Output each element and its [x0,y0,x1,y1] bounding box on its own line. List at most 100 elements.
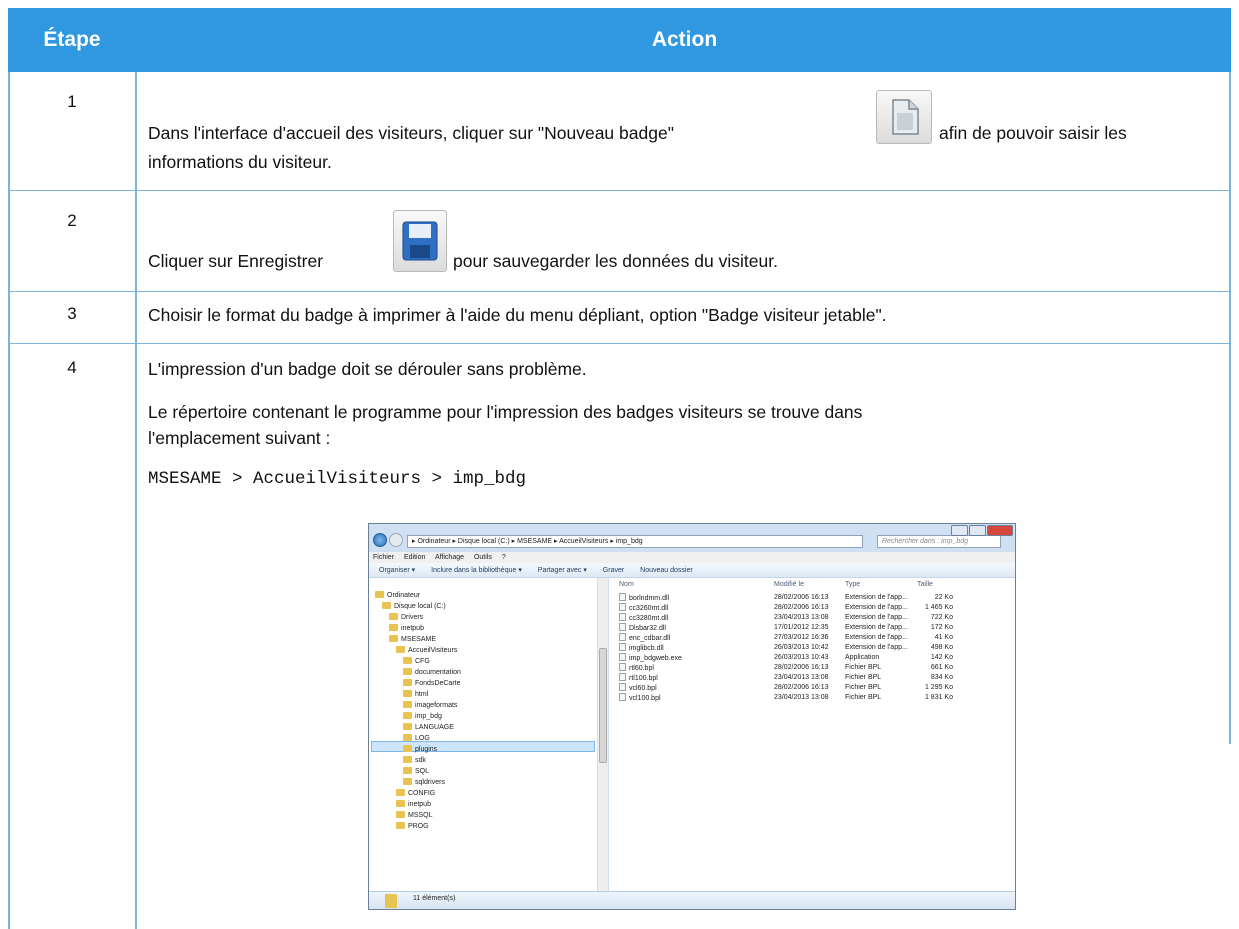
tree-item[interactable]: CONFIG [396,789,435,799]
tree-item[interactable]: inetpub [389,624,424,634]
close-icon[interactable] [987,525,1013,536]
step-text: l'emplacement suivant : [148,428,331,448]
scrollbar[interactable] [597,578,608,891]
tree-item-label: Ordinateur [387,592,421,599]
tree-item[interactable]: AccueilVisiteurs [396,646,457,656]
file-name: cc3260mt.dll [629,605,669,612]
file-name: vcl60.bpl [629,685,657,692]
tree-item-label: CFG [415,658,430,665]
search-input[interactable]: Rechercher dans : imp_bdg [877,535,1001,548]
file-type: Fichier BPL [845,664,882,671]
file-name: rtl60.bpl [629,665,654,672]
file-date: 23/04/2013 13:08 [774,694,829,701]
menu-item[interactable]: Affichage [435,554,464,561]
file-row[interactable]: cc3260mt.dll 28/02/2006 16:13 Extension de… [609,603,1015,613]
folder-icon [385,894,397,908]
step-text-cont: pour sauvegarder les données du visiteur… [453,251,778,271]
file-row[interactable]: borlndmm.dll 28/02/2006 16:13 Extension de… [609,593,1015,603]
file-row[interactable]: rtl100.bpl 23/04/2013 13:08 Fichier BPL 834… [609,673,1015,683]
folder-icon [375,591,384,598]
menu-item[interactable]: Outils [474,554,492,561]
folder-icon [396,789,405,796]
toolbar-button[interactable]: Organiser ▾ [379,567,415,574]
column-header[interactable]: Modifié le [774,580,804,590]
tree-item[interactable]: SQL [403,767,429,777]
tree-item-label: CONFIG [408,790,436,797]
file-row[interactable]: imglibcb.dll 26/03/2013 10:42 Extension de… [609,643,1015,653]
tree-item[interactable]: PROG [396,822,429,832]
file-row[interactable]: imp_bdgweb.exe 26/03/2013 10:43 Applicatio… [609,653,1015,663]
menu-item[interactable]: Edition [404,554,425,561]
toolbar-button[interactable]: Nouveau dossier [640,567,693,574]
file-type: Extension de l'app... [845,634,908,641]
file-row[interactable]: enc_cdbar.dll 27/03/2012 16:36 Extension d… [609,633,1015,643]
toolbar-button[interactable]: Graver [603,567,624,574]
file-type: Extension de l'app... [845,594,908,601]
folder-icon [403,712,412,719]
scrollbar-thumb[interactable] [599,648,607,763]
file-date: 17/01/2012 12:35 [774,624,829,631]
file-date: 28/02/2006 16:13 [774,664,829,671]
step-text: Le répertoire contenant le programme pou… [148,402,863,422]
tree-item[interactable]: imageformats [403,701,457,711]
tree-item[interactable]: html [403,690,428,700]
menu-bar: Fichier Edition Affichage Outils ? [369,552,1015,563]
tree-item-label: MSSQL [408,812,433,819]
tree-item[interactable]: FondsDeCarte [403,679,461,689]
file-date: 26/03/2013 10:43 [774,654,829,661]
tree-item[interactable]: LOG [403,734,430,744]
folder-icon [403,745,412,752]
column-header[interactable]: Nom [619,580,634,590]
file-name: imp_bdgweb.exe [629,655,682,662]
tree-item[interactable]: LANGUAGE [403,723,454,733]
file-icon [619,623,626,631]
file-icon [619,643,626,651]
address-bar[interactable]: ▸ Ordinateur ▸ Disque local (C:) ▸ MSESA… [407,535,863,548]
grid-line [8,190,1231,191]
tree-item[interactable]: documentation [403,668,461,678]
tree-item[interactable]: imp_bdg [403,712,442,722]
file-row[interactable]: cc3280mt.dll 23/04/2013 13:08 Extension de… [609,613,1015,623]
tree-item[interactable]: sdk [403,756,426,766]
tree-item[interactable]: Ordinateur [375,591,420,601]
explorer-window: ▸ Ordinateur ▸ Disque local (C:) ▸ MSESA… [368,523,1016,910]
tree-item[interactable]: sqldrivers [403,778,445,788]
tree-item[interactable]: Drivers [389,613,423,623]
tree-item[interactable]: plugins [403,745,437,755]
file-row[interactable]: rtl60.bpl 28/02/2006 16:13 Fichier BPL 661 … [609,663,1015,673]
file-size: 22 Ko [934,594,953,601]
folder-icon [389,624,398,631]
tree-item-label: LANGUAGE [415,724,454,731]
file-type: Extension de l'app... [845,624,908,631]
toolbar-button[interactable]: Partager avec ▾ [538,567,587,574]
file-type: Application [845,654,880,661]
file-row[interactable]: Dlsbar32.dll 17/01/2012 12:35 Extension de… [609,623,1015,633]
file-name: vcl100.bpl [629,695,661,702]
menu-item[interactable]: ? [502,554,506,561]
file-row[interactable]: vcl60.bpl 28/02/2006 16:13 Fichier BPL 1 29… [609,683,1015,693]
tree-item[interactable]: inetpub [396,800,431,810]
file-size: 1 831 Ko [924,694,953,701]
maximize-icon[interactable] [969,525,986,536]
step-number: 3 [67,304,77,323]
tree-item[interactable]: MSESAME [389,635,436,645]
tree-item[interactable]: MSSQL [396,811,433,821]
column-header[interactable]: Taille [917,580,933,590]
minimize-icon[interactable] [951,525,968,536]
file-size: 722 Ko [930,614,953,621]
file-date: 28/02/2006 16:13 [774,594,829,601]
tree-item[interactable]: Disque local (C:) [382,602,446,612]
file-size: 834 Ko [930,674,953,681]
toolbar-button[interactable]: Inclure dans la bibliothèque ▾ [431,567,522,574]
file-row[interactable]: vcl100.bpl 23/04/2013 13:08 Fichier BPL 1 8… [609,693,1015,703]
tree-item-label: inetpub [408,801,431,808]
tree-item-label: Drivers [401,614,424,621]
file-type: Fichier BPL [845,674,882,681]
header-action: Action [651,28,718,51]
tree-item-label: LOG [415,735,430,742]
navigation-pane: Ordinateur Disque local (C:) Drivers inetpu… [369,578,597,891]
column-header[interactable]: Type [845,580,860,590]
status-text: 11 élément(s) [413,895,456,902]
menu-item[interactable]: Fichier [373,554,394,561]
tree-item[interactable]: CFG [403,657,430,667]
